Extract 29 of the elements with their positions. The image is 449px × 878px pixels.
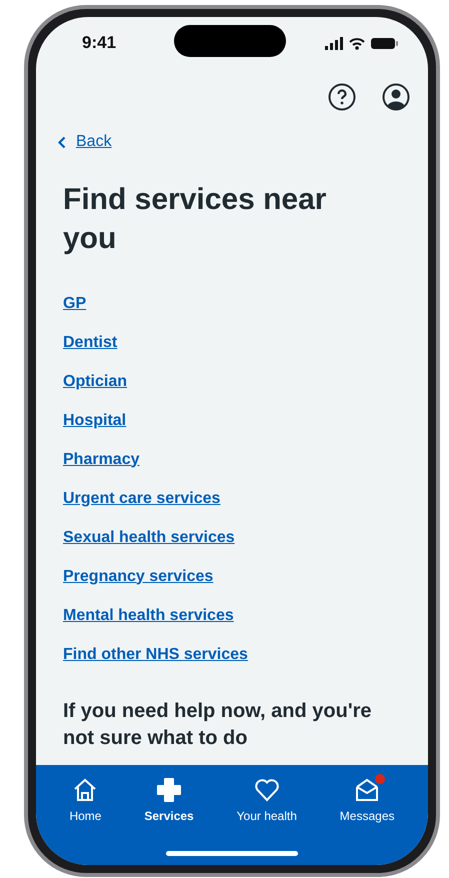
- profile-icon[interactable]: [382, 83, 410, 111]
- service-link[interactable]: Hospital: [63, 410, 126, 430]
- service-link[interactable]: Urgent care services: [63, 488, 220, 508]
- back-link[interactable]: Back: [58, 133, 112, 151]
- page-title: Find services near you: [63, 182, 328, 256]
- status-time: 9:41: [82, 33, 116, 53]
- chevron-left-icon: [58, 136, 66, 148]
- tab-item[interactable]: Home: [65, 777, 106, 833]
- service-link[interactable]: Pharmacy: [63, 450, 140, 468]
- heart-icon: [254, 777, 280, 803]
- service-link[interactable]: Optician: [63, 372, 128, 390]
- signal-icon: [325, 36, 343, 50]
- service-link[interactable]: Dentist: [63, 332, 118, 352]
- envelope-icon: [354, 777, 380, 803]
- tab-item[interactable]: Services: [140, 777, 198, 833]
- service-link[interactable]: Sexual health services: [63, 528, 235, 546]
- wifi-icon: [349, 36, 365, 50]
- service-link[interactable]: Pregnancy services: [63, 566, 214, 586]
- plus-icon: [156, 777, 182, 803]
- battery-icon: [371, 38, 398, 48]
- back-label[interactable]: Back: [76, 133, 112, 151]
- service-link[interactable]: Find other NHS services: [63, 644, 248, 664]
- service-link[interactable]: Mental health services: [63, 606, 234, 624]
- help-icon[interactable]: [328, 83, 356, 111]
- tab-item[interactable]: Messages: [336, 777, 398, 833]
- service-link[interactable]: GP: [63, 294, 86, 312]
- section-heading: If you need help now, and you're not sure what to do: [63, 698, 372, 750]
- home-icon: [72, 777, 98, 803]
- tab-item[interactable]: Your health: [232, 777, 301, 833]
